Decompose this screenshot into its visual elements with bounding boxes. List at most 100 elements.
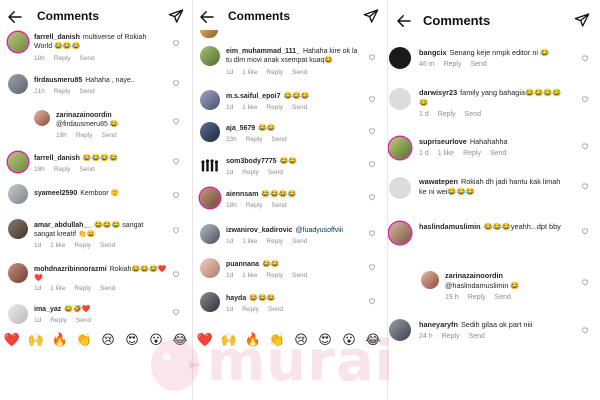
comment-username[interactable]: eim_muhammad_111_ xyxy=(226,48,300,55)
comment-username[interactable]: haneyaryfn xyxy=(419,320,458,329)
heart-icon[interactable] xyxy=(172,117,180,125)
like-count[interactable]: 1 like xyxy=(50,242,65,249)
reply-button[interactable]: Reply xyxy=(246,136,263,143)
send-button[interactable]: Send xyxy=(100,242,115,249)
send-button[interactable]: Send xyxy=(292,104,307,111)
heart-icon[interactable] xyxy=(581,54,589,62)
back-arrow-icon[interactable] xyxy=(6,8,24,26)
reaction-crying[interactable]: 😢 xyxy=(99,332,117,350)
avatar[interactable] xyxy=(8,74,28,94)
comment-username[interactable]: darwisyr23 xyxy=(419,88,457,97)
send-button[interactable]: Send xyxy=(469,333,485,340)
send-button[interactable]: Send xyxy=(465,111,481,118)
direct-send-icon[interactable] xyxy=(363,8,379,24)
reaction-fire[interactable]: 🔥 xyxy=(51,332,69,350)
reply-button[interactable]: Reply xyxy=(468,294,486,301)
avatar[interactable] xyxy=(389,177,411,199)
send-button[interactable]: Send xyxy=(271,136,286,143)
avatar[interactable] xyxy=(200,90,220,110)
heart-icon[interactable] xyxy=(368,193,376,201)
heart-icon[interactable] xyxy=(368,95,376,103)
reaction-raised-hands[interactable]: 🙌 xyxy=(220,332,238,350)
heart-icon[interactable] xyxy=(581,227,589,235)
avatar[interactable] xyxy=(200,188,220,208)
avatar[interactable] xyxy=(8,152,28,172)
heart-icon[interactable] xyxy=(172,157,180,165)
heart-icon[interactable] xyxy=(172,226,180,234)
send-button[interactable]: Send xyxy=(490,150,506,157)
reply-button[interactable]: Reply xyxy=(442,333,460,340)
reply-button[interactable]: Reply xyxy=(444,61,462,68)
heart-icon[interactable] xyxy=(368,229,376,237)
avatar[interactable] xyxy=(421,271,439,289)
send-button[interactable]: Send xyxy=(76,317,91,324)
heart-icon[interactable] xyxy=(172,79,180,87)
reaction-crying[interactable]: 😢 xyxy=(292,332,310,350)
reply-button[interactable]: Reply xyxy=(438,111,456,118)
comment-username[interactable]: ima_yaz xyxy=(34,306,61,313)
comment-username[interactable]: farrell_danish xyxy=(34,34,80,41)
avatar[interactable] xyxy=(200,122,220,142)
avatar[interactable] xyxy=(200,292,220,312)
comment-username[interactable]: som3body7775 xyxy=(226,158,277,165)
comment-username[interactable]: aiennsam xyxy=(226,191,258,198)
comment-username[interactable]: hayda xyxy=(226,295,246,302)
send-button[interactable]: Send xyxy=(470,61,486,68)
reaction-fire[interactable]: 🔥 xyxy=(244,332,262,350)
avatar[interactable] xyxy=(200,258,220,278)
reaction-clap[interactable]: 👏 xyxy=(268,332,286,350)
comment-username[interactable]: mohdnazribinnorazmi xyxy=(34,266,107,273)
avatar[interactable] xyxy=(8,184,28,204)
heart-icon[interactable] xyxy=(172,270,180,278)
reply-button[interactable]: Reply xyxy=(54,55,71,62)
heart-icon[interactable] xyxy=(581,182,589,190)
send-button[interactable]: Send xyxy=(495,294,511,301)
avatar[interactable] xyxy=(200,46,220,66)
send-button[interactable]: Send xyxy=(292,272,307,279)
avatar[interactable] xyxy=(34,110,50,126)
comment-username[interactable]: amar_abdullah__ xyxy=(34,222,91,229)
heart-icon[interactable] xyxy=(368,297,376,305)
heart-icon[interactable] xyxy=(368,263,376,271)
reply-button[interactable]: Reply xyxy=(266,104,283,111)
send-button[interactable]: Send xyxy=(268,169,283,176)
heart-icon[interactable] xyxy=(368,127,376,135)
send-button[interactable]: Send xyxy=(271,202,286,209)
heart-icon[interactable] xyxy=(172,308,180,316)
avatar[interactable] xyxy=(389,137,411,159)
reply-button[interactable]: Reply xyxy=(266,272,283,279)
comment-username[interactable]: syameel2590 xyxy=(34,190,77,197)
send-button[interactable]: Send xyxy=(100,285,115,292)
reply-button[interactable]: Reply xyxy=(54,88,71,95)
comment-username[interactable]: puannana xyxy=(226,261,259,268)
reaction-laughing[interactable]: 😂 xyxy=(364,332,382,350)
heart-icon[interactable] xyxy=(368,53,376,61)
reply-button[interactable]: Reply xyxy=(74,242,91,249)
comment-username[interactable]: bangcix xyxy=(419,48,447,57)
reply-button[interactable]: Reply xyxy=(242,306,259,313)
like-count[interactable]: 1 like xyxy=(242,238,257,245)
like-count[interactable]: 1 like xyxy=(438,150,454,157)
reply-button[interactable]: Reply xyxy=(266,238,283,245)
like-count[interactable]: 1 like xyxy=(242,272,257,279)
heart-icon[interactable] xyxy=(581,142,589,150)
reply-button[interactable]: Reply xyxy=(54,166,71,173)
comment-username[interactable]: supriseurlove xyxy=(419,137,467,146)
direct-send-icon[interactable] xyxy=(574,12,590,28)
avatar[interactable] xyxy=(8,304,28,324)
avatar[interactable] xyxy=(389,47,411,69)
heart-icon[interactable] xyxy=(172,39,180,47)
comment-username[interactable]: wawatepen xyxy=(419,177,458,186)
send-button[interactable]: Send xyxy=(292,238,307,245)
send-button[interactable]: Send xyxy=(292,69,307,76)
like-count[interactable]: 1 like xyxy=(242,104,257,111)
reply-button[interactable]: Reply xyxy=(242,169,259,176)
back-arrow-icon[interactable] xyxy=(395,12,413,30)
comment-username[interactable]: izwanirov_kadirovic xyxy=(226,227,293,234)
avatar[interactable] xyxy=(8,263,28,283)
heart-icon[interactable] xyxy=(581,278,589,286)
comment-username[interactable]: zarinazainoordin xyxy=(56,111,165,120)
comment-username[interactable]: zarinazainoordin xyxy=(445,271,572,281)
direct-send-icon[interactable] xyxy=(168,8,184,24)
reaction-surprised[interactable]: 😮 xyxy=(147,332,165,350)
